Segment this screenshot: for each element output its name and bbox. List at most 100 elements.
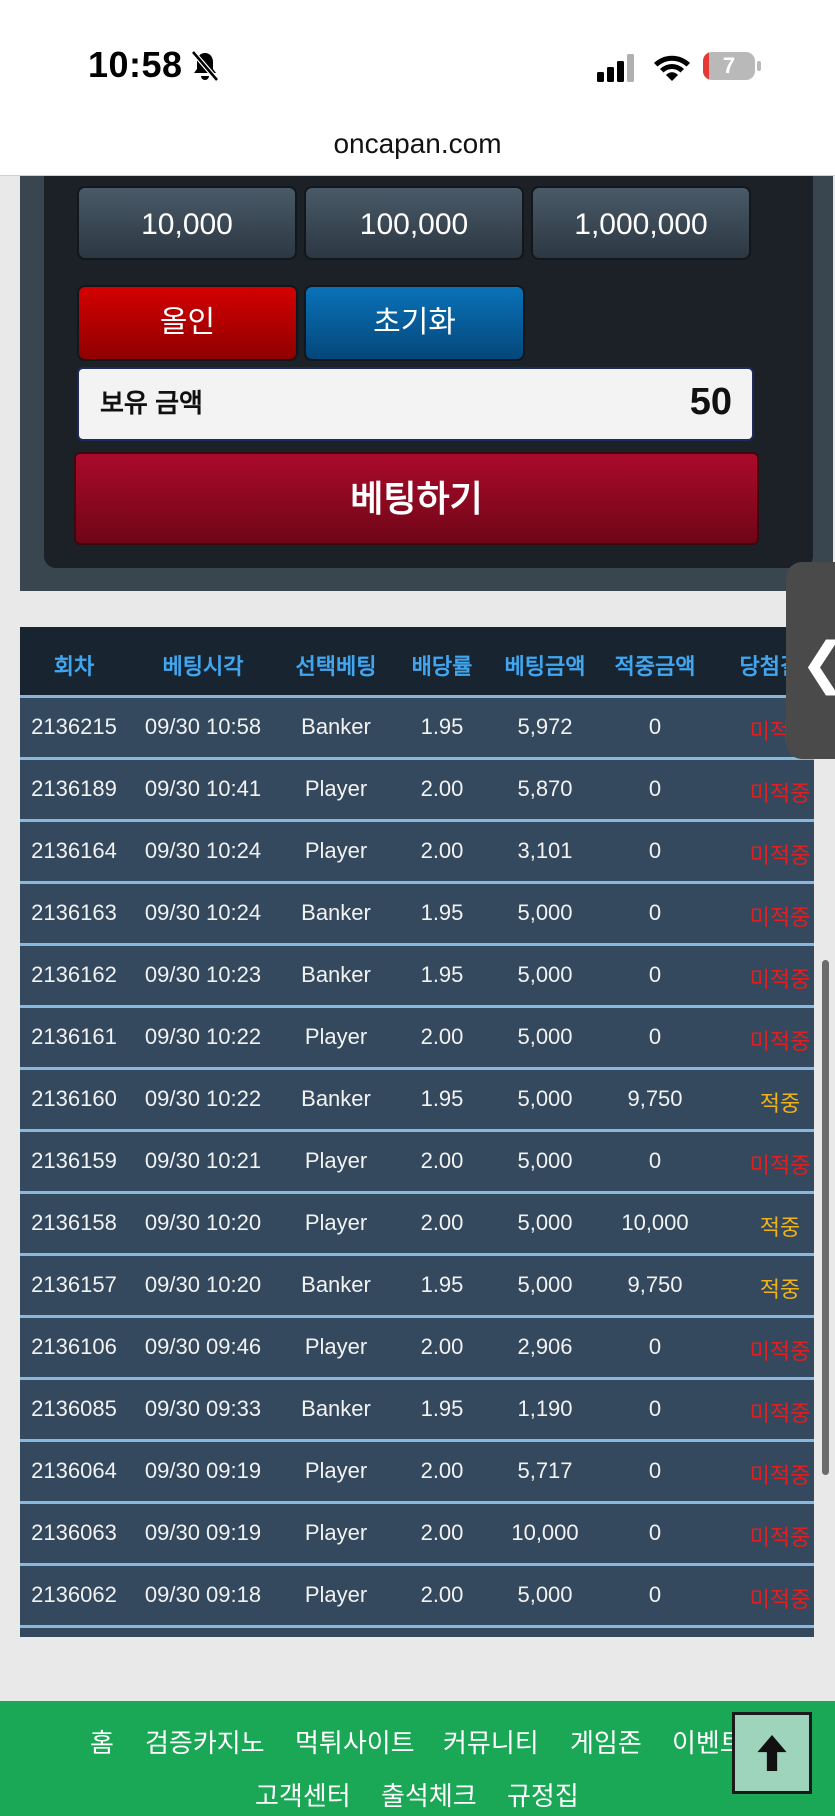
- cell-selection: Player: [304, 1458, 368, 1483]
- cell-bet-amount: 5,000: [517, 1148, 573, 1173]
- cell-bet-time: 09/30 09:33: [144, 1396, 262, 1421]
- signal-icon: [597, 54, 634, 82]
- cell-result: 미적중: [749, 1153, 811, 1178]
- cell-selection: Banker: [301, 900, 371, 925]
- cell-result: 미적중: [749, 781, 811, 806]
- table-row: 2136158 09/30 10:20 Player 2.00 5,000 10,000 적…: [20, 1194, 814, 1256]
- cell-result: 미적중: [749, 905, 811, 930]
- header-bet-amount: 베팅금액: [504, 654, 586, 679]
- cell-bet-amount: 5,000: [517, 1582, 573, 1607]
- cell-bet-time: 09/30 10:22: [144, 1086, 262, 1111]
- cell-bet-amount: 5,717: [517, 1458, 573, 1483]
- cell-win-amount: 0: [648, 1148, 662, 1173]
- table-row: 2136062 09/30 09:18 Player 2.00 5,000 0 미적중: [20, 1566, 814, 1628]
- cell-odds: 1.95: [420, 1086, 464, 1111]
- cell-bet-amount: 2,906: [517, 1334, 573, 1359]
- cell-bet-time: 09/30 10:23: [144, 962, 262, 987]
- table-row: 2136085 09/30 09:33 Banker 1.95 1,190 0 미적중: [20, 1380, 814, 1442]
- footer-link-game-zone[interactable]: 게임존: [570, 1723, 642, 1760]
- status-bar: 10:58 7: [0, 0, 835, 120]
- cell-selection: Banker: [301, 962, 371, 987]
- cell-bet-amount: 5,000: [517, 962, 573, 987]
- cell-win-amount: 9,750: [627, 1086, 683, 1111]
- cell-bet-amount: 3,101: [517, 838, 573, 863]
- cell-round: 2136189: [31, 776, 117, 801]
- cell-win-amount: 0: [648, 900, 662, 925]
- cell-round: 2136163: [31, 900, 117, 925]
- cell-bet-amount: 5,870: [517, 776, 573, 801]
- bet-history-table: 회차 베팅시각 선택베팅 배당률 베팅금액 적중금액 당첨결과 2136215 0…: [20, 627, 814, 1637]
- chip-10000-button[interactable]: 10,000: [77, 186, 297, 260]
- cell-round: 2136062: [31, 1582, 117, 1607]
- cell-selection: Player: [304, 776, 368, 801]
- reset-button[interactable]: 초기화: [304, 285, 525, 361]
- cell-round: 2136160: [31, 1086, 117, 1111]
- cell-bet-amount: 5,000: [517, 1210, 573, 1235]
- cell-bet-time: 09/30 10:24: [144, 900, 262, 925]
- cell-selection: Banker: [301, 714, 371, 739]
- scroll-to-top-button[interactable]: [732, 1712, 812, 1794]
- cell-result: 적중: [759, 1091, 801, 1116]
- side-drawer-handle[interactable]: ❮: [786, 562, 835, 759]
- cell-round: 2136161: [31, 1024, 117, 1049]
- cell-odds: 1.95: [420, 1272, 464, 1297]
- table-row: 2136161 09/30 10:22 Player 2.00 5,000 0 미적중: [20, 1008, 814, 1070]
- cell-result: 미적중: [749, 1587, 811, 1612]
- footer-link-community[interactable]: 커뮤니티: [443, 1723, 539, 1760]
- cell-win-amount: 0: [648, 1024, 662, 1049]
- footer-link-attendance[interactable]: 출석체크: [381, 1776, 477, 1813]
- footer-link-home[interactable]: 홈: [90, 1723, 114, 1760]
- cell-win-amount: 9,750: [627, 1272, 683, 1297]
- place-bet-button[interactable]: 베팅하기: [74, 452, 759, 545]
- cell-bet-time: 09/30 09:19: [144, 1520, 262, 1545]
- cell-odds: 2.00: [420, 1582, 464, 1607]
- cell-bet-amount: 5,000: [517, 1272, 573, 1297]
- footer-link-support[interactable]: 고객센터: [255, 1776, 351, 1813]
- cell-bet-amount: 10,000: [511, 1520, 579, 1545]
- cell-win-amount: 10,000: [621, 1210, 689, 1235]
- url-text[interactable]: oncapan.com: [0, 128, 835, 160]
- status-time: 10:58: [88, 44, 183, 85]
- cell-selection: Banker: [301, 1396, 371, 1421]
- cell-result: 미적중: [749, 1339, 811, 1364]
- cell-selection: Player: [304, 1210, 368, 1235]
- cell-odds: 2.00: [420, 838, 464, 863]
- cell-result: 미적중: [749, 1463, 811, 1488]
- cell-bet-time: 09/30 10:41: [144, 776, 262, 801]
- header-win-amount: 적중금액: [614, 654, 696, 679]
- balance-field: 보유 금액 50: [77, 367, 754, 441]
- header-selection: 선택베팅: [295, 654, 377, 679]
- cell-round: 2136164: [31, 838, 117, 863]
- cell-bet-amount: 5,000: [517, 1024, 573, 1049]
- table-row: 2136157 09/30 10:20 Banker 1.95 5,000 9,750 적중: [20, 1256, 814, 1318]
- cell-selection: Banker: [301, 1272, 371, 1297]
- wifi-icon: [654, 55, 690, 81]
- cell-selection: Player: [304, 1334, 368, 1359]
- bell-slash-icon: [191, 50, 219, 82]
- header-round: 회차: [53, 654, 95, 679]
- cell-win-amount: 0: [648, 776, 662, 801]
- table-row: 2136162 09/30 10:23 Banker 1.95 5,000 0 미적중: [20, 946, 814, 1008]
- cell-win-amount: 0: [648, 1396, 662, 1421]
- all-in-button[interactable]: 올인: [77, 285, 298, 361]
- scrollbar[interactable]: [822, 960, 829, 1475]
- cell-bet-time: 09/30 10:24: [144, 838, 262, 863]
- footer-link-rules[interactable]: 규정집: [507, 1776, 579, 1813]
- table-row: 2136063 09/30 09:19 Player 2.00 10,000 0 미적중: [20, 1504, 814, 1566]
- table-row: 2136164 09/30 10:24 Player 2.00 3,101 0 미적중: [20, 822, 814, 884]
- battery-level: 7: [722, 53, 736, 78]
- cell-win-amount: 0: [648, 1520, 662, 1545]
- footer-link-scam-sites[interactable]: 먹튀사이트: [295, 1723, 415, 1760]
- cell-round: 2136064: [31, 1458, 117, 1483]
- cell-odds: 2.00: [420, 1024, 464, 1049]
- cell-result: 적중: [759, 1215, 801, 1240]
- cell-odds: 2.00: [420, 776, 464, 801]
- balance-label: 보유 금액: [100, 388, 203, 418]
- browser-url-bar[interactable]: oncapan.com: [0, 120, 835, 176]
- cell-odds: 2.00: [420, 1458, 464, 1483]
- cell-round: 2136106: [31, 1334, 117, 1359]
- cell-bet-time: 09/30 09:19: [144, 1458, 262, 1483]
- chip-1000000-button[interactable]: 1,000,000: [531, 186, 751, 260]
- footer-link-verified-casino[interactable]: 검증카지노: [145, 1723, 265, 1760]
- chip-100000-button[interactable]: 100,000: [304, 186, 524, 260]
